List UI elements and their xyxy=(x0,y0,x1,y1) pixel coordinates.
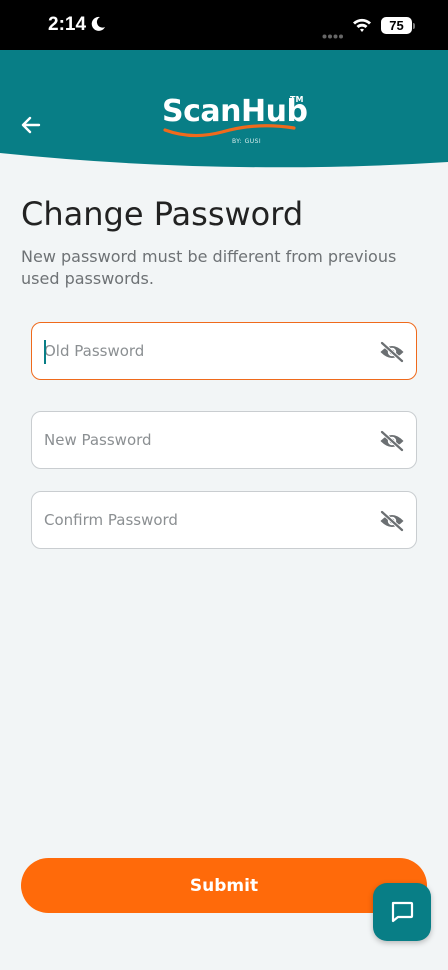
back-button[interactable] xyxy=(14,110,48,140)
page-title: Change Password xyxy=(21,195,304,233)
logo-swoosh-icon xyxy=(163,124,296,138)
eye-off-icon xyxy=(380,510,404,532)
text-caret xyxy=(44,340,46,364)
wifi-icon xyxy=(352,17,372,37)
eye-off-icon xyxy=(380,430,404,452)
submit-button[interactable]: Submit xyxy=(21,858,427,913)
logo-subtext: BY: GUSI xyxy=(232,138,262,145)
battery-cap xyxy=(413,23,415,29)
moon-icon xyxy=(90,16,106,36)
new-password-input[interactable] xyxy=(44,412,374,468)
new-password-visibility-toggle[interactable] xyxy=(378,427,406,455)
app-header: ScanHub TM BY: GUSI xyxy=(0,50,448,176)
battery-icon: 75 xyxy=(381,17,412,34)
back-arrow-icon xyxy=(21,116,41,134)
old-password-visibility-toggle[interactable] xyxy=(378,338,406,366)
signal-dots-icon xyxy=(322,24,344,43)
scanhub-logo: ScanHub TM BY: GUSI xyxy=(162,94,308,150)
old-password-input[interactable] xyxy=(44,323,374,379)
eye-off-icon xyxy=(380,341,404,363)
confirm-password-input[interactable] xyxy=(44,492,374,548)
status-time: 2:14 xyxy=(48,14,87,35)
confirm-password-visibility-toggle[interactable] xyxy=(378,507,406,535)
confirm-password-field[interactable] xyxy=(31,491,417,549)
chat-icon xyxy=(391,901,414,923)
new-password-field[interactable] xyxy=(31,411,417,469)
chat-button[interactable] xyxy=(373,883,431,941)
status-bar: 2:14 75 xyxy=(0,0,448,50)
logo-trademark: TM xyxy=(290,95,304,104)
page-subtitle: New password must be different from prev… xyxy=(21,247,397,288)
old-password-field[interactable] xyxy=(31,322,417,380)
